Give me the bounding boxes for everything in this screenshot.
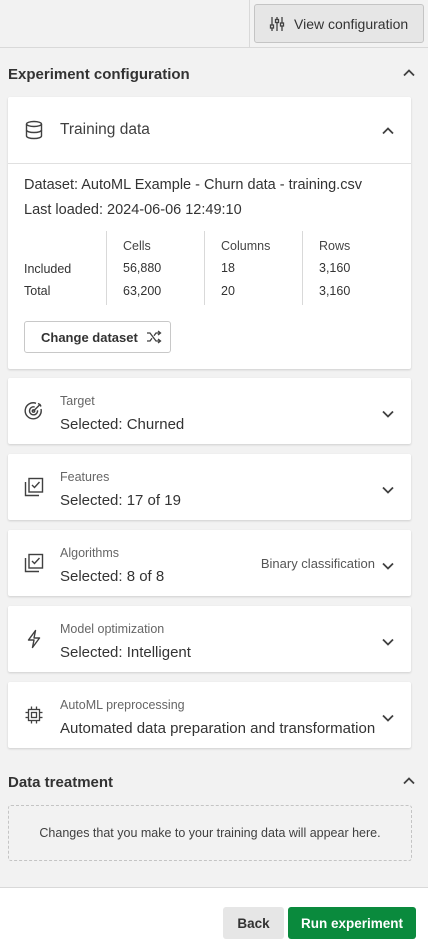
last-loaded: Last loaded: 2024-06-06 12:49:10: [24, 202, 242, 218]
chevron-down-icon: [382, 486, 394, 494]
target-section[interactable]: Target Selected: Churned: [8, 378, 411, 444]
checklist-icon: [24, 477, 44, 497]
database-icon: [25, 120, 43, 140]
problem-type-label: Binary classification: [260, 556, 375, 571]
training-data-title: Training data: [60, 121, 150, 138]
training-data-card: Training data Dataset: AutoML Example - …: [8, 97, 411, 369]
row-label-included: Included: [24, 262, 72, 276]
dataset-name: Dataset: AutoML Example - Churn data - t…: [24, 177, 362, 193]
stats-column-rows: Rows 3,160 3,160: [302, 231, 402, 305]
data-treatment-placeholder: Changes that you make to your training d…: [8, 805, 412, 861]
chevron-down-icon: [382, 562, 394, 570]
change-dataset-button[interactable]: Change dataset: [24, 321, 171, 353]
checklist-icon: [24, 553, 44, 573]
section-value: Selected: Churned: [60, 416, 185, 433]
total-value: 20: [221, 284, 235, 298]
section-value: Selected: 8 of 8: [60, 568, 165, 585]
shuffle-icon: [146, 330, 162, 344]
total-value: 63,200: [123, 284, 162, 298]
chevron-down-icon: [382, 638, 394, 646]
dataset-stats-table: Included Total Cells 56,880 63,200 Colum…: [24, 231, 404, 307]
run-experiment-button[interactable]: Run experiment: [288, 907, 416, 939]
section-label: Model optimization: [60, 622, 165, 636]
chip-icon: [25, 706, 43, 724]
sliders-icon: [269, 16, 285, 31]
section-value: Selected: 17 of 19: [60, 492, 181, 509]
training-data-header[interactable]: Training data: [8, 97, 411, 163]
change-dataset-label: Change dataset: [41, 329, 138, 345]
chevron-down-icon: [382, 714, 394, 722]
experiment-configuration-title: Experiment configuration: [8, 65, 190, 83]
chevron-down-icon: [382, 410, 394, 418]
chevron-up-icon: [382, 127, 394, 135]
chevron-up-icon: [403, 777, 415, 785]
back-button[interactable]: Back: [223, 907, 284, 939]
row-label-total: Total: [24, 284, 51, 298]
target-icon: [24, 402, 42, 420]
algorithms-section[interactable]: Algorithms Selected: 8 of 8 Binary class…: [8, 530, 411, 596]
chevron-up-icon: [403, 69, 415, 77]
divider: [8, 163, 411, 164]
top-bar: View configuration: [0, 0, 428, 48]
experiment-configuration-header[interactable]: Experiment configuration: [8, 59, 420, 89]
total-value: 3,160: [319, 284, 351, 298]
automl-preprocessing-section[interactable]: AutoML preprocessing Automated data prep…: [8, 682, 411, 748]
column-header: Cells: [123, 239, 151, 253]
lightning-icon: [27, 629, 41, 649]
section-value: Automated data preparation and transform…: [60, 720, 376, 737]
section-label: Algorithms: [60, 546, 120, 560]
view-configuration-label: View configuration: [294, 15, 409, 32]
stats-column-cells: Cells 56,880 63,200: [106, 231, 204, 305]
section-value: Selected: Intelligent: [60, 644, 191, 661]
included-value: 56,880: [123, 261, 162, 275]
included-value: 3,160: [319, 261, 351, 275]
stats-column-columns: Columns 18 20: [204, 231, 302, 305]
section-label: AutoML preprocessing: [60, 698, 185, 712]
data-treatment-title: Data treatment: [8, 773, 114, 791]
features-section[interactable]: Features Selected: 17 of 19: [8, 454, 411, 520]
view-configuration-button[interactable]: View configuration: [254, 4, 424, 43]
toolbar-divider: [249, 0, 250, 48]
section-label: Features: [60, 470, 110, 484]
model-optimization-section[interactable]: Model optimization Selected: Intelligent: [8, 606, 411, 672]
column-header: Columns: [221, 239, 271, 253]
data-treatment-placeholder-text: Changes that you make to your training d…: [39, 826, 381, 840]
footer: Back Run experiment: [0, 887, 428, 944]
column-header: Rows: [319, 239, 351, 253]
section-label: Target: [60, 394, 95, 408]
data-treatment-header[interactable]: Data treatment: [8, 767, 420, 797]
included-value: 18: [221, 261, 235, 275]
